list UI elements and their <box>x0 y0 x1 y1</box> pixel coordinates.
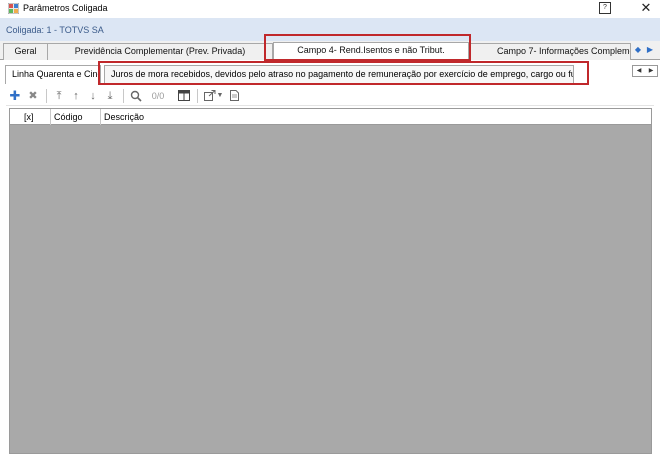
move-first-icon[interactable]: ⤒ <box>52 88 66 104</box>
toolbar-separator <box>46 89 47 103</box>
subtab-linha-quarenta-e-cinco[interactable]: Linha Quarenta e Cinco <box>5 65 101 84</box>
toolbar-separator <box>197 89 198 103</box>
window-titlebar: Parâmetros Coligada ? ✕ <box>0 0 660 18</box>
tab-campo-7[interactable]: Campo 7- Informações Complementares <box>469 43 631 60</box>
record-count: 0/0 <box>151 91 165 101</box>
data-grid[interactable]: [x] Código Descrição <box>9 108 652 454</box>
tab-previdencia-complementar[interactable]: Previdência Complementar (Prev. Privada) <box>47 43 273 60</box>
tab-campo-4[interactable]: Campo 4- Rend.Isentos e não Tribut. <box>273 42 469 61</box>
main-tab-strip: Geral Previdência Complementar (Prev. Pr… <box>0 41 660 61</box>
export-icon[interactable] <box>203 88 217 104</box>
move-last-icon[interactable]: ⤓ <box>103 88 117 104</box>
column-header-descricao[interactable]: Descrição <box>104 112 144 122</box>
tab-scroll-left-icon[interactable]: ◆ <box>632 44 644 56</box>
column-divider[interactable] <box>100 109 101 125</box>
move-up-icon[interactable]: ↑ <box>69 88 83 104</box>
column-header-codigo[interactable]: Código <box>54 112 83 122</box>
add-icon[interactable]: ✚ <box>8 88 22 104</box>
subtab-scroll-left-icon[interactable]: ◀ <box>633 66 645 76</box>
toolbar-separator <box>123 89 124 103</box>
sub-tab-strip: Linha Quarenta e Cinco Juros de mora rec… <box>0 60 660 86</box>
coligada-header: Coligada: 1 - TOTVS SA <box>0 18 660 41</box>
column-divider[interactable] <box>50 109 51 125</box>
subtab-juros-de-mora[interactable]: Juros de mora recebidos, devidos pelo at… <box>104 65 574 84</box>
tab-scroll-arrows: ◆ ▶ <box>632 44 660 56</box>
move-down-icon[interactable]: ↓ <box>86 88 100 104</box>
search-icon[interactable] <box>128 88 144 104</box>
close-button[interactable]: ✕ <box>636 0 656 16</box>
tab-scroll-right-icon[interactable]: ▶ <box>644 44 656 56</box>
window-title: Parâmetros Coligada <box>23 3 108 13</box>
tab-geral[interactable]: Geral <box>3 43 48 60</box>
subtab-scroll-right-icon[interactable]: ▶ <box>645 66 657 76</box>
chevron-down-icon[interactable]: ▼ <box>216 88 224 104</box>
app-icon <box>8 3 19 14</box>
help-button[interactable]: ? <box>599 2 611 14</box>
grid-toolbar: ✚ ✖ ⤒ ↑ ↓ ⤓ 0/0 ▼ <box>6 86 654 106</box>
coligada-label: Coligada: 1 - TOTVS SA <box>6 25 104 35</box>
delete-icon[interactable]: ✖ <box>26 88 40 104</box>
document-icon[interactable] <box>228 88 240 104</box>
subtab-scroll-buttons: ◀ ▶ <box>632 65 658 77</box>
grid-layout-icon[interactable] <box>176 88 192 104</box>
grid-header: [x] Código Descrição <box>10 109 651 125</box>
column-header-select[interactable]: [x] <box>24 112 34 122</box>
